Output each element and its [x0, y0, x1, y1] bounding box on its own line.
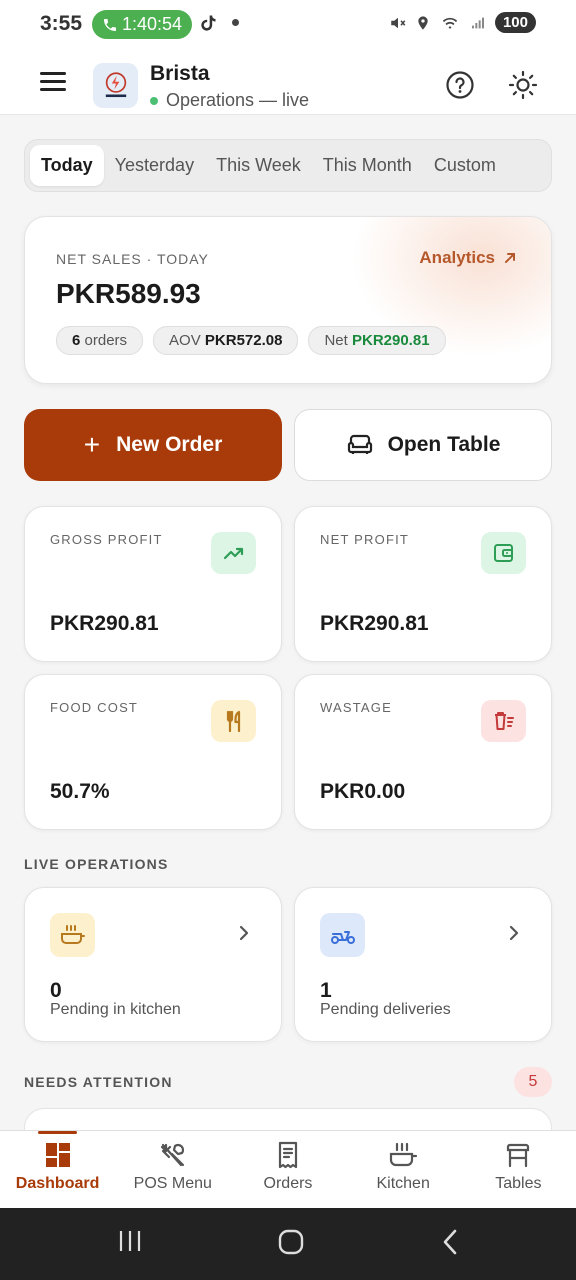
- pending-deliveries-count: 1: [320, 979, 332, 1002]
- status-bar: 3:55 1:40:54 100: [0, 0, 576, 50]
- call-timer: 1:40:54: [121, 14, 183, 34]
- trending-up-icon: [211, 532, 256, 574]
- scooter-icon: [320, 913, 365, 957]
- wastage-value: PKR0.00: [320, 780, 406, 803]
- orders-count: 6: [72, 332, 81, 349]
- new-order-label: New Order: [116, 433, 223, 456]
- analytics-label: Analytics: [419, 248, 495, 267]
- open-table-label: Open Table: [387, 433, 501, 456]
- gross-profit-value: PKR290.81: [50, 612, 159, 635]
- armchair-icon: [347, 434, 372, 454]
- pending-kitchen-card[interactable]: 0 Pending in kitchen: [24, 887, 282, 1042]
- receipt-icon: [278, 1141, 298, 1169]
- tab-yesterday[interactable]: Yesterday: [104, 145, 205, 186]
- cooking-pot-icon: [50, 913, 95, 957]
- wastage-label: WASTAGE: [320, 700, 392, 715]
- orders-suffix: orders: [84, 332, 128, 349]
- net-value: PKR290.81: [351, 332, 430, 349]
- tab-this-week[interactable]: This Week: [205, 145, 312, 186]
- nav-pos-menu-label: POS Menu: [133, 1175, 212, 1192]
- brand-logo: [93, 63, 138, 108]
- brand-name: Brista: [150, 62, 210, 85]
- tab-custom[interactable]: Custom: [423, 145, 507, 186]
- nav-kitchen[interactable]: Kitchen: [346, 1131, 461, 1208]
- app-header: Brista Operations — live: [0, 50, 576, 115]
- chevron-right-icon: [239, 925, 249, 941]
- aov-value: PKR572.08: [204, 332, 283, 349]
- menu-icon[interactable]: [40, 72, 66, 92]
- nav-tables[interactable]: Tables: [461, 1131, 576, 1208]
- nav-tables-label: Tables: [495, 1175, 542, 1192]
- wastage-card[interactable]: WASTAGE PKR0.00: [294, 674, 552, 830]
- bottom-nav: Dashboard POS Menu Orders Kitchen Tables: [0, 1130, 576, 1208]
- aov-chip: AOV PKR572.08: [153, 326, 299, 355]
- table-icon: [507, 1143, 530, 1168]
- mute-icon: [391, 17, 406, 28]
- net-sales-label: NET SALES · TODAY: [56, 251, 209, 267]
- chevron-right-icon: [509, 925, 519, 941]
- recent-apps-icon[interactable]: [118, 1228, 142, 1254]
- needs-attention-title: NEEDS ATTENTION: [24, 1074, 173, 1090]
- net-label: Net: [324, 332, 348, 349]
- plus-icon: +: [83, 429, 101, 460]
- help-icon[interactable]: [445, 70, 475, 100]
- utensils-crossed-icon: [160, 1143, 184, 1167]
- gross-profit-label: GROSS PROFIT: [50, 532, 163, 547]
- operations-status: Operations — live: [150, 90, 309, 111]
- phone-icon: [103, 18, 116, 31]
- call-indicator[interactable]: 1:40:54: [92, 10, 192, 39]
- location-icon: [418, 15, 428, 30]
- pending-deliveries-label: Pending deliveries: [320, 1001, 451, 1018]
- status-icons: 100: [389, 12, 536, 33]
- attention-count-badge: 5: [514, 1067, 552, 1097]
- net-profit-label: NET PROFIT: [320, 532, 410, 547]
- home-icon[interactable]: [277, 1228, 305, 1256]
- net-profit-value: PKR290.81: [320, 612, 429, 635]
- notification-dot: [232, 19, 239, 26]
- open-table-button[interactable]: Open Table: [294, 409, 552, 481]
- net-sales-card: NET SALES · TODAY Analytics PKR589.93 6 …: [24, 216, 552, 384]
- tab-this-month[interactable]: This Month: [312, 145, 423, 186]
- signal-icon: [471, 17, 484, 28]
- period-tabs: Today Yesterday This Week This Month Cus…: [24, 139, 552, 192]
- net-chip: Net PKR290.81: [308, 326, 446, 355]
- system-nav-bar: [0, 1208, 576, 1280]
- food-cost-card[interactable]: FOOD COST 50.7%: [24, 674, 282, 830]
- nav-dashboard[interactable]: Dashboard: [0, 1131, 115, 1208]
- status-time: 3:55: [40, 12, 83, 35]
- dashboard-icon: [45, 1143, 70, 1167]
- gross-profit-card[interactable]: GROSS PROFIT PKR290.81: [24, 506, 282, 662]
- food-cost-label: FOOD COST: [50, 700, 139, 715]
- operations-status-text: Operations — live: [166, 90, 310, 110]
- pending-kitchen-count: 0: [50, 979, 62, 1002]
- arrow-up-right-icon: [505, 253, 515, 263]
- aov-label: AOV: [169, 332, 201, 349]
- nav-dashboard-label: Dashboard: [15, 1175, 100, 1192]
- tiktok-icon: [201, 15, 216, 31]
- wallet-icon: [481, 532, 526, 574]
- net-sales-value: PKR589.93: [56, 278, 201, 309]
- new-order-button[interactable]: + New Order: [24, 409, 282, 481]
- live-operations-title: LIVE OPERATIONS: [24, 856, 169, 872]
- analytics-link[interactable]: Analytics: [419, 248, 517, 268]
- live-indicator: [150, 96, 158, 105]
- battery-icon: 100: [494, 12, 536, 33]
- nav-kitchen-label: Kitchen: [376, 1175, 430, 1192]
- orders-chip: 6 orders: [56, 326, 144, 355]
- tab-today[interactable]: Today: [30, 145, 104, 186]
- net-profit-card[interactable]: NET PROFIT PKR290.81: [294, 506, 552, 662]
- food-cost-value: 50.7%: [50, 780, 110, 803]
- wifi-icon: [442, 17, 458, 29]
- nav-orders-label: Orders: [263, 1175, 313, 1192]
- sales-chips: 6 orders AOV PKR572.08 Net PKR290.81: [56, 326, 446, 355]
- trash-icon: [481, 700, 526, 742]
- cooking-pot-icon: [390, 1142, 418, 1167]
- nav-pos-menu[interactable]: POS Menu: [115, 1131, 230, 1208]
- pending-kitchen-label: Pending in kitchen: [50, 1001, 181, 1018]
- back-icon[interactable]: [440, 1228, 460, 1256]
- theme-icon[interactable]: [508, 70, 538, 100]
- nav-orders[interactable]: Orders: [230, 1131, 345, 1208]
- pending-deliveries-card[interactable]: 1 Pending deliveries: [294, 887, 552, 1042]
- utensils-icon: [211, 700, 256, 742]
